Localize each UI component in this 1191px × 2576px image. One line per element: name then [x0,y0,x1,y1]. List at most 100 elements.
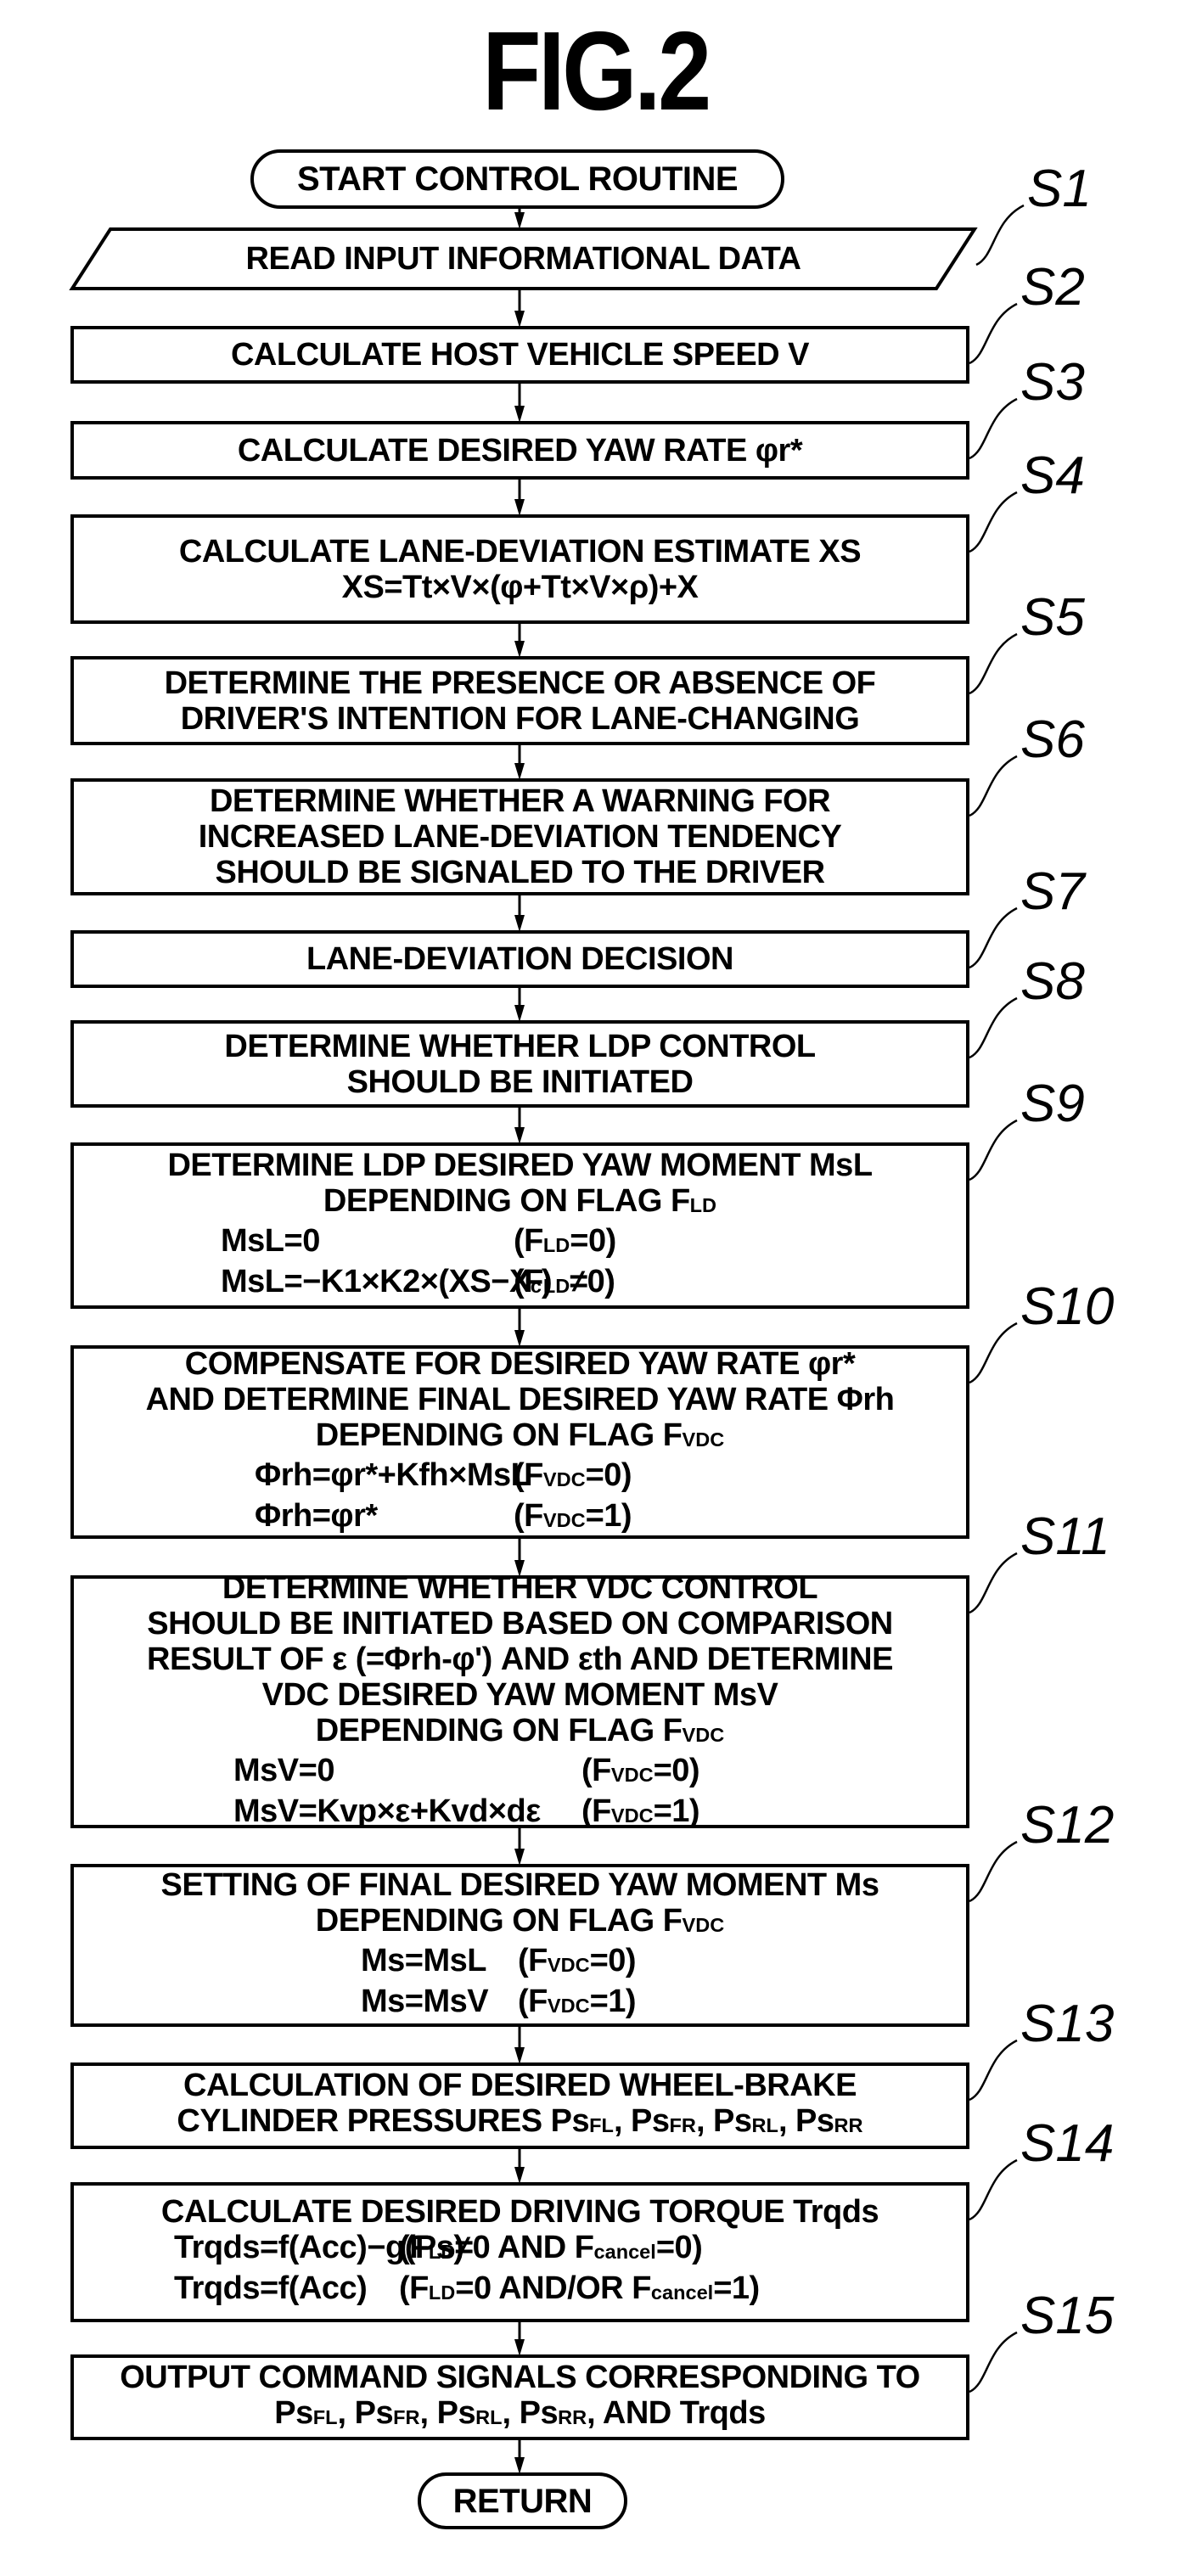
arrow-s13-s14 [514,2147,525,2184]
leader-line [969,1552,1018,1614]
arrow-start-s1 [514,207,525,229]
step-s1-text-line: READ INPUT INFORMATIONAL DATA [245,241,801,277]
step-s6-text-line: SHOULD BE SIGNALED TO THE DRIVER [215,855,825,890]
arrowhead-icon [514,1849,525,1866]
leader-line [969,1840,1018,1903]
arrowhead-icon [514,499,525,516]
step-s13-text-line: CYLINDER PRESSURES PsFL, PsFR, PsRL, PsR… [177,2103,863,2140]
step-s11-text-line: DEPENDING ON FLAG FVDC [315,1713,725,1749]
step-s12-equation: Ms=MsV (FVDC=1) [72,1984,968,2023]
step-s12-equation: Ms=MsL (FVDC=0) [72,1943,968,1983]
step-label-s7: S7 [1020,862,1085,921]
step-s7: LANE-DEVIATION DECISION [72,932,968,986]
step-label-s11: S11 [1020,1507,1110,1566]
arrow-s15-return [514,2439,525,2474]
step-s3-text-line: CALCULATE DESIRED YAW RATE φr* [237,432,803,469]
step-label-s13: S13 [1020,1995,1115,2053]
equation-expression: MsV=0 [233,1753,334,1789]
equation-expression: Trqds=f(Acc) [174,2270,368,2306]
step-s9: DETERMINE LDP DESIRED YAW MOMENT MsL DEPE… [72,1144,968,1307]
step-s6: DETERMINE WHETHER A WARNING FOR INCREASED… [72,780,968,894]
step-s12-text-line: DEPENDING ON FLAG FVDC [315,1903,725,1939]
step-s11-equation: MsV=Kvp×ε+Kvd×dε (FVDC=1) [72,1793,968,1833]
step-s14-equation: Trqds=f(Acc)−g(Ps) (FLD≠0 AND Fcancel=0) [72,2230,968,2270]
equation-condition: (FVDC=1) [514,1497,632,1534]
arrow-s4-s5 [514,622,525,658]
arrowhead-icon [514,1005,525,1022]
equation-condition: (FLD≠0 AND Fcancel=0) [399,2230,703,2266]
step-label-s9: S9 [1020,1075,1085,1133]
equation-condition: (FLD=0) [514,1223,616,1260]
step-s5-text-line: DETERMINE THE PRESENCE OR ABSENCE OF [164,665,876,701]
step-s2: CALCULATE HOST VEHICLE SPEED V [72,328,968,382]
step-label-s12: S12 [1020,1796,1115,1855]
arrowhead-icon [514,763,525,780]
equation-condition: (FVDC=1) [518,1983,637,2019]
figure-title: FIG.2 [482,8,711,133]
start-terminal-label: START CONTROL ROUTINE [296,160,739,198]
leader-line [969,397,1018,460]
step-s13: CALCULATION OF DESIRED WHEEL-BRAKE CYLIND… [72,2064,968,2147]
leader-line [969,996,1018,1059]
leader-line [969,755,1018,817]
arrowhead-icon [514,2047,525,2064]
step-s4-text-line: XS=Tt×V×(φ+Tt×V×ρ)+X [341,569,699,605]
step-s10-text-line: AND DETERMINE FINAL DESIRED YAW RATE Φrh [145,1382,895,1418]
equation-expression: MsL=0 [221,1223,320,1260]
step-s9-text-line: DETERMINE LDP DESIRED YAW MOMENT MsL [167,1148,873,1184]
arrow-s2-s3 [514,382,525,423]
step-label-s1: S1 [1027,160,1092,218]
arrow-s3-s4 [514,478,525,516]
arrowhead-icon [514,1127,525,1144]
equation-expression: Ms=MsV [361,1983,489,2019]
step-s2-text-line: CALCULATE HOST VEHICLE SPEED V [230,337,810,373]
leader-line [969,1322,1018,1384]
leader-line [969,302,1018,365]
arrowhead-icon [514,2339,525,2356]
arrow-s5-s6 [514,744,525,780]
equation-expression: Φrh=φr*+Kfh×MsL [255,1457,531,1494]
step-s8-text-line: DETERMINE WHETHER LDP CONTROL [224,1028,816,1064]
arrow-s6-s7 [514,894,525,932]
step-s10-equation: Φrh=φr*+Kfh×MsL (FVDC=0) [72,1457,968,1497]
return-terminal-label: RETURN [452,2482,593,2520]
step-s11-text-line: VDC DESIRED YAW MOMENT MsV [261,1677,778,1714]
arrowhead-icon [514,311,525,328]
step-label-s5: S5 [1020,588,1085,647]
step-s10-text-line: COMPENSATE FOR DESIRED YAW RATE φr* [184,1346,856,1383]
equation-condition: (FVDC=0) [518,1943,637,1979]
step-s4: CALCULATE LANE-DEVIATION ESTIMATE XS XS=T… [72,516,968,622]
leader-line [969,2039,1018,2102]
leader-line [969,906,1018,969]
step-s13-text-line: CALCULATION OF DESIRED WHEEL-BRAKE [183,2068,857,2104]
arrowhead-icon [514,2167,525,2184]
step-s14-text-line: CALCULATE DESIRED DRIVING TORQUE Trqds [160,2194,879,2231]
equation-condition: (FVDC=0) [581,1753,700,1789]
step-s9-equation: MsL=0 (FLD=0) [72,1223,968,1263]
step-s1: READ INPUT INFORMATIONAL DATA [72,229,975,289]
leader-line [969,632,1018,695]
arrowhead-icon [514,212,525,229]
step-s11-text-line: RESULT OF ε (=Φrh-φ') AND εth AND DETERM… [147,1642,893,1678]
step-s8: DETERMINE WHETHER LDP CONTROL SHOULD BE I… [72,1022,968,1106]
leader-line [969,491,1018,553]
arrow-s1-s2 [514,289,525,328]
step-s9-text-line: DEPENDING ON FLAG FLD [323,1183,717,1220]
arrow-s9-s10 [514,1307,525,1347]
step-s5-text-line: DRIVER'S INTENTION FOR LANE-CHANGING [180,700,860,737]
arrow-s8-s9 [514,1106,525,1144]
step-label-s8: S8 [1020,952,1085,1011]
arrowhead-icon [514,641,525,658]
step-label-s4: S4 [1020,446,1085,505]
step-s14-equation: Trqds=f(Acc) (FLD=0 AND/OR Fcancel=1) [72,2270,968,2310]
step-s15-text-line: OUTPUT COMMAND SIGNALS CORRESPONDING TO [120,2359,920,2395]
equation-condition: (FLD≠0) [514,1263,615,1299]
equation-condition: (FLD=0 AND/OR Fcancel=1) [399,2270,760,2306]
step-label-s3: S3 [1020,353,1085,412]
step-s10-text-line: DEPENDING ON FLAG FVDC [315,1417,725,1454]
step-s7-text-line: LANE-DEVIATION DECISION [306,941,733,977]
step-s12: SETTING OF FINAL DESIRED YAW MOMENT Ms DE… [72,1866,968,2025]
equation-expression: Ms=MsL [361,1943,486,1979]
step-label-s14: S14 [1020,2114,1115,2173]
start-terminal: START CONTROL ROUTINE [252,151,783,207]
